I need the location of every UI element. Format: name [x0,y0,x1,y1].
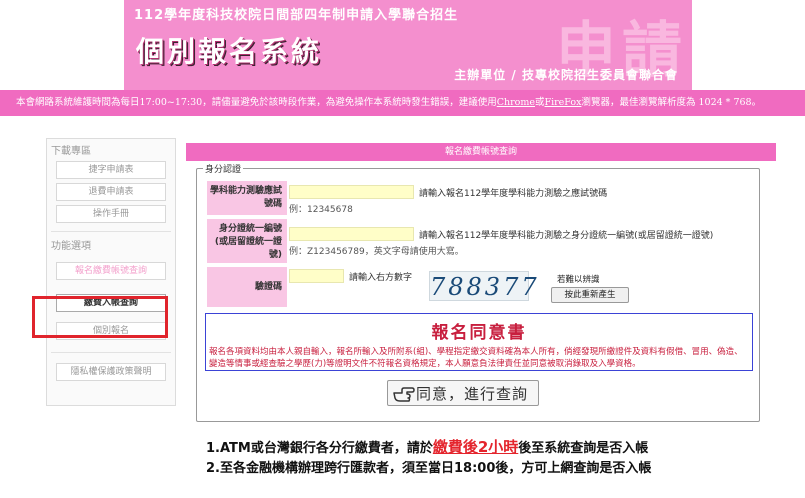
consent-box: 報名同意書 報名各項資料均由本人親自輸入，報名所輸入及所附系(組)、學程指定繳交… [205,313,753,371]
id-number-input[interactable] [289,227,414,241]
exam-number-cell: 請輸入報名112學年度學科能力測驗之應試號碼 例：12345678 [289,181,751,215]
sidebar-function-header: 功能選項 [51,241,91,252]
sidebar-item-form[interactable]: 捷字申請表 [56,161,166,179]
banner-organizer: 主辦單位 / 技專校院招生委員會聯合會 [454,68,678,82]
payment-notes: 1.ATM或台灣銀行各分行繳費者，請於繳費後2小時後至系統查詢是否入帳 2.至各… [206,437,651,479]
id-number-hint: 請輸入報名112學年度學科能力測驗之身分證統一編號(或居留證統一證號) [419,231,714,241]
identity-fieldset: 身分認證 學科能力測驗應試號碼 請輸入報名112學年度學科能力測驗之應試號碼 例… [196,162,760,422]
exam-number-example: 例：12345678 [289,205,353,215]
sidebar-item-account-query[interactable]: 報名繳費帳號查詢 [56,262,166,280]
sidebar: 下載專區 捷字申請表 退費申請表 操作手冊 功能選項 報名繳費帳號查詢 繳費入帳… [46,138,176,406]
sidebar-item-refund-form[interactable]: 退費申請表 [56,183,166,201]
chrome-link[interactable]: Chrome [497,97,535,108]
captcha-cell: 請輸入右方數字 788377 若難以辨識 按此重新產生 [289,267,751,307]
captcha-hint: 請輸入右方數字 [349,273,413,283]
header-banner: 申請 112學年度科技校院日間部四年制申請入學聯合招生 個別報名系統 個別報名系… [124,0,692,90]
captcha-row: 驗證碼 請輸入右方數字 788377 若難以辨識 按此重新產生 [207,267,751,307]
exam-number-input[interactable] [289,185,414,199]
exam-number-label: 學科能力測驗應試號碼 [207,181,287,215]
exam-number-hint: 請輸入報名112學年度學科能力測驗之應試號碼 [419,189,608,199]
consent-text: 報名各項資料均由本人親自輸入，報名所輸入及所附系(組)、學程指定繳交資料確為本人… [209,347,743,369]
note-1-pre: 1.ATM或台灣銀行各分行繳費者，請於 [206,441,433,456]
id-number-example: 例：Z123456789，英文字母請使用大寫。 [289,247,464,257]
sidebar-item-manual[interactable]: 操作手冊 [56,205,166,223]
note-line-2: 2.至各金融機構辦理跨行匯款者，須至當日18:00後，方可上網查詢是否入帳 [206,461,652,476]
captcha-input[interactable] [289,269,344,283]
captcha-label: 驗證碼 [207,267,287,307]
notice-text-2: 瀏覽器，最佳瀏覽解析度為 1024 * 768。 [581,97,762,108]
consent-title: 報名同意書 [431,323,527,343]
agree-query-button[interactable]: 同意，進行查詢 [387,380,539,406]
banner-subtitle: 112學年度科技校院日間部四年制申請入學聯合招生 [134,8,459,23]
sidebar-divider [51,231,171,232]
note-1-emphasis: 繳費後2小時 [432,438,519,456]
id-number-row: 身分證統一編號(或居留證統一證號) 請輸入報名112學年度學科能力測驗之身分證統… [207,219,751,263]
id-number-label: 身分證統一編號(或居留證統一證號) [207,219,287,263]
exam-number-row: 學科能力測驗應試號碼 請輸入報名112學年度學科能力測驗之應試號碼 例：1234… [207,181,751,215]
sidebar-divider-2 [51,352,171,353]
id-number-cell: 請輸入報名112學年度學科能力測驗之身分證統一編號(或居留證統一證號) 例：Z1… [289,219,751,263]
captcha-note: 若難以辨識 [557,275,600,285]
sidebar-download-header: 下載專區 [51,146,91,157]
highlight-box [32,296,168,338]
firefox-link[interactable]: FireFox [545,97,582,108]
notice-text-1: 本會網路系統維護時間為每日17:00~17:30，請儘量避免於該時段作業，為避免… [16,97,497,108]
note-1-post: 後至系統查詢是否入帳 [518,441,649,456]
captcha-image: 788377 [429,271,540,301]
refresh-captcha-button[interactable]: 按此重新產生 [551,287,629,303]
agree-query-label: 同意，進行查詢 [416,385,529,403]
notice-bar: 本會網路系統維護時間為每日17:00~17:30，請儘量避免於該時段作業，為避免… [0,90,805,116]
banner-title: 個別報名系統 [136,35,323,68]
section-title: 報名繳費帳號查詢 [186,143,776,161]
sidebar-item-privacy[interactable]: 隱私權保護政策聲明 [56,363,166,381]
note-line-1: 1.ATM或台灣銀行各分行繳費者，請於繳費後2小時後至系統查詢是否入帳 [206,437,651,459]
pointing-hand-icon [393,387,415,402]
fieldset-legend: 身分認證 [203,162,244,175]
notice-or: 或 [535,97,545,108]
